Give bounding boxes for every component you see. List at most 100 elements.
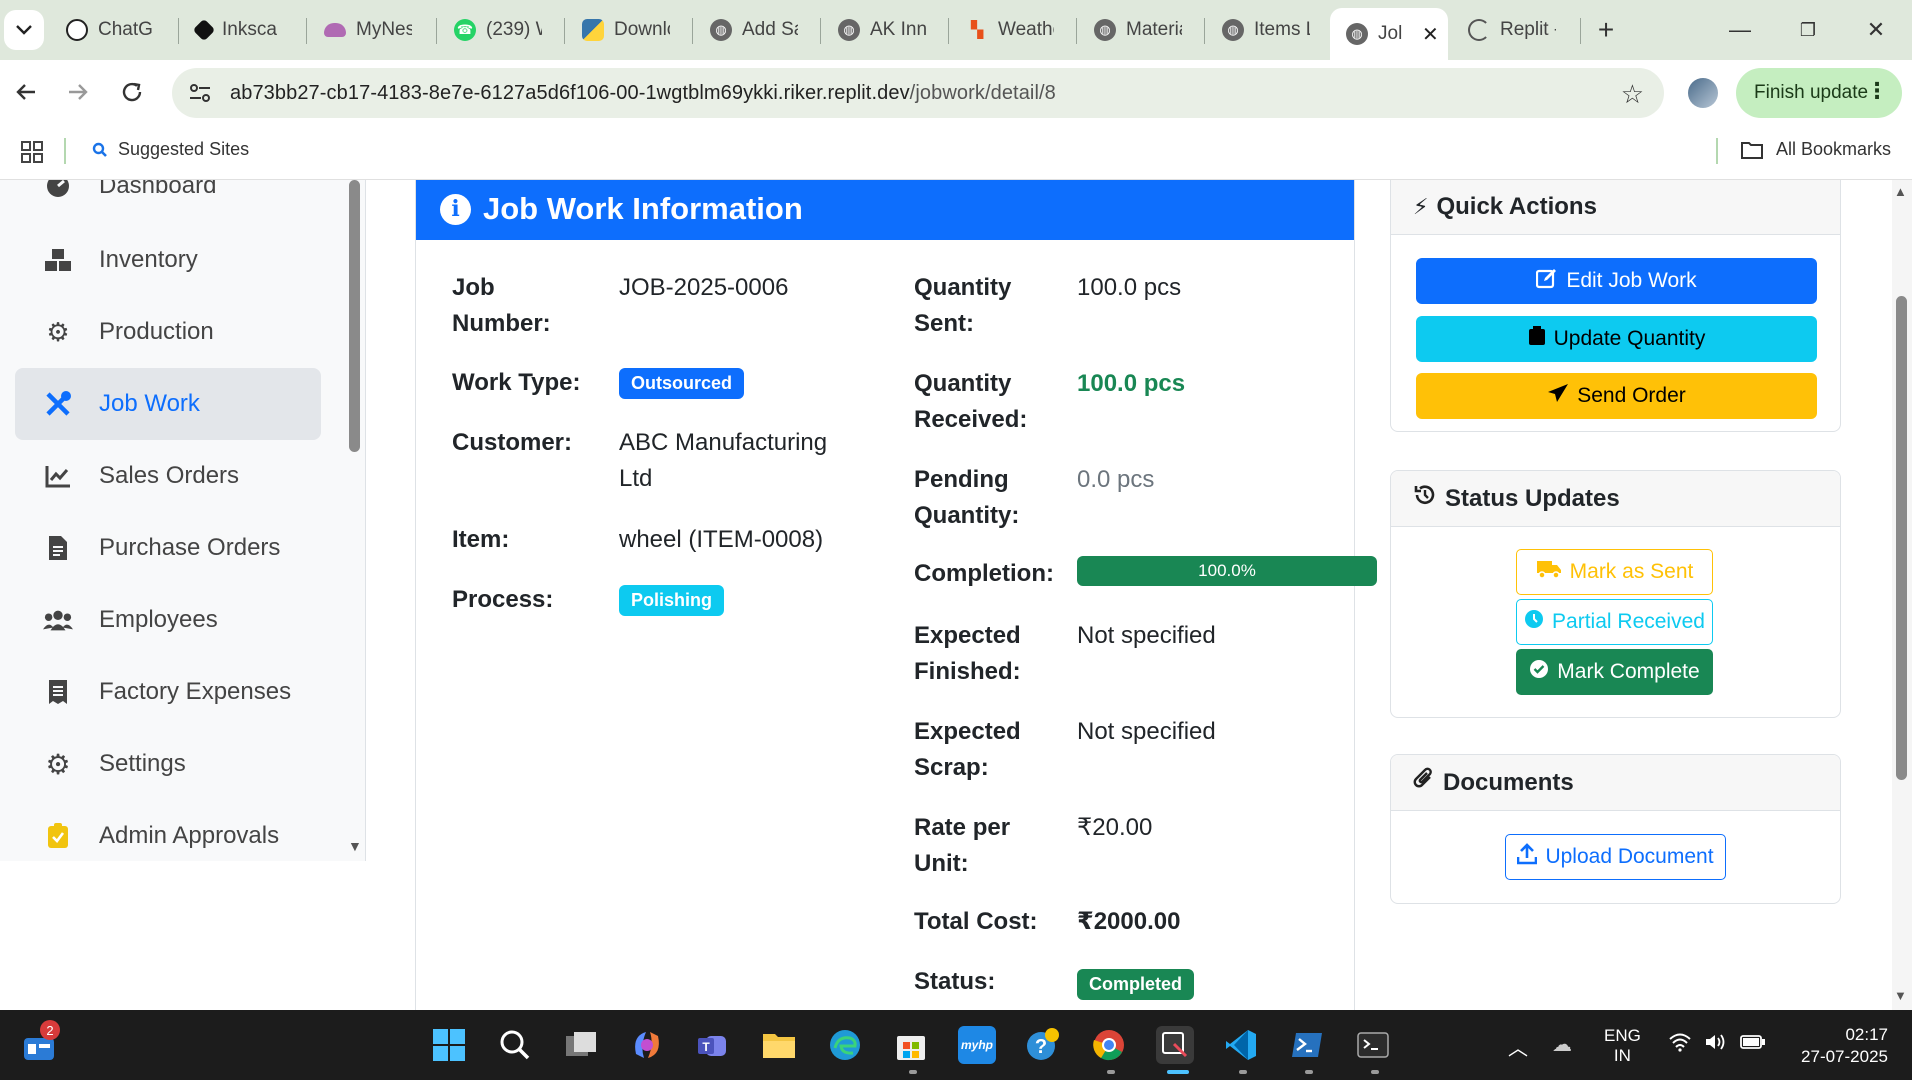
tab-search-button[interactable] — [4, 10, 44, 50]
mark-as-sent-button[interactable]: Mark as Sent — [1516, 549, 1713, 595]
python-icon — [582, 19, 604, 41]
search-taskbar-icon[interactable] — [496, 1026, 534, 1064]
arrow-left-icon — [16, 84, 35, 100]
finish-update-button[interactable]: Finish update ⋮ — [1736, 68, 1902, 118]
info-circle-icon: i — [440, 193, 471, 225]
reload-icon — [122, 82, 142, 102]
tray-chevron-up-icon[interactable]: ︿ — [1508, 1032, 1528, 1061]
tab-inkscape[interactable]: Inkscap — [180, 10, 304, 50]
sidebar-item-admin-approvals[interactable]: Admin Approvals — [15, 800, 321, 861]
tab-python[interactable]: Downlc — [566, 10, 690, 50]
job-number-value: JOB-2025-0006 — [619, 274, 789, 301]
qty-received-value: 100.0 pcs — [1077, 370, 1186, 397]
suggested-sites-bookmark[interactable]: Suggested Sites — [92, 139, 249, 160]
file-explorer-icon[interactable] — [760, 1026, 798, 1064]
upload-document-button[interactable]: Upload Document — [1505, 834, 1726, 880]
powershell-icon[interactable] — [1288, 1026, 1326, 1064]
tab-materia[interactable]: ◍ Materia — [1078, 10, 1202, 50]
snipping-tool-icon[interactable] — [1156, 1026, 1194, 1064]
tab-items[interactable]: ◍ Items L — [1206, 10, 1330, 50]
tab-weather[interactable]: ▚ Weathe — [950, 10, 1074, 50]
widgets-icon[interactable]: 2 — [20, 1020, 60, 1064]
start-button[interactable] — [430, 1026, 468, 1064]
globe-icon: ◍ — [710, 19, 732, 41]
total-cost-label: Total Cost: — [914, 908, 1038, 935]
svg-text:?: ? — [1035, 1036, 1047, 1058]
status-updates-header: Status Updates — [1391, 471, 1840, 527]
onedrive-icon[interactable]: ☁ — [1552, 1032, 1572, 1057]
tab-job-work-active[interactable]: ◍ Jol ✕ — [1330, 8, 1448, 60]
edit-icon — [1536, 267, 1558, 295]
job-number-label: Job Number: — [452, 274, 551, 337]
tab-add-sa[interactable]: ◍ Add Sa — [694, 10, 818, 50]
check-circle-icon — [1529, 659, 1549, 685]
scroll-up-icon[interactable]: ▲ — [1894, 184, 1907, 199]
volume-icon[interactable] — [1704, 1032, 1728, 1057]
chrome-icon[interactable] — [1090, 1026, 1128, 1064]
sidebar-scrollbar-thumb[interactable] — [349, 180, 360, 452]
minimize-button[interactable]: — — [1720, 12, 1760, 48]
customer-value: ABC Manufacturing Ltd — [619, 429, 828, 492]
tab-mynes[interactable]: MyNes — [308, 10, 434, 50]
close-window-button[interactable]: ✕ — [1856, 12, 1896, 48]
sidebar-item-production[interactable]: ⚙ Production — [15, 296, 321, 368]
sidebar-item-dashboard[interactable]: Dashboard — [15, 180, 321, 222]
tab-whatsapp[interactable]: ☎ (239) W — [438, 10, 562, 50]
documents-card: Documents Upload Document — [1390, 754, 1841, 904]
pending-qty-label: Pending Quantity: — [914, 466, 1020, 529]
sidebar-item-sales-orders[interactable]: Sales Orders — [15, 440, 321, 512]
profile-avatar[interactable] — [1688, 78, 1718, 108]
update-quantity-button[interactable]: Update Quantity — [1416, 316, 1817, 362]
restore-button[interactable]: ❐ — [1788, 12, 1828, 48]
partial-received-button[interactable]: Partial Received — [1516, 599, 1713, 645]
completion-progress-fill: 100.0% — [1077, 556, 1377, 586]
users-icon — [43, 605, 73, 635]
task-view-icon[interactable] — [562, 1026, 600, 1064]
terminal-icon[interactable] — [1354, 1026, 1392, 1064]
loading-icon — [1468, 19, 1490, 41]
sidebar-scroll-down-icon[interactable]: ▼ — [348, 838, 362, 854]
sidebar-item-employees[interactable]: Employees — [15, 584, 321, 656]
battery-icon[interactable] — [1740, 1033, 1766, 1056]
sidebar-item-settings[interactable]: ⚙ Settings — [15, 728, 321, 800]
quick-actions-card: ⚡ Quick Actions Edit Job Work Update Qua… — [1390, 180, 1841, 432]
tab-chatgpt[interactable]: ChatGP — [50, 10, 178, 50]
store-icon[interactable] — [892, 1026, 930, 1064]
vscode-icon[interactable] — [1222, 1026, 1260, 1064]
back-button[interactable] — [8, 74, 44, 110]
sidebar-item-inventory[interactable]: Inventory — [15, 224, 321, 296]
scroll-down-icon[interactable]: ▼ — [1894, 988, 1907, 1003]
tab-replit[interactable]: Replit - — [1452, 10, 1576, 50]
teams-icon[interactable]: T — [694, 1026, 732, 1064]
sidebar-item-job-work[interactable]: Job Work — [15, 368, 321, 440]
tab-ak-innc[interactable]: ◍ AK Innc — [822, 10, 946, 50]
bookmark-star-icon[interactable]: ☆ — [1621, 79, 1644, 110]
forward-button[interactable] — [60, 74, 96, 110]
reload-button[interactable] — [114, 74, 150, 110]
help-icon[interactable]: ? — [1024, 1026, 1062, 1064]
myhp-icon[interactable]: myhp — [958, 1026, 996, 1064]
tab-strip: ChatGP Inkscap MyNes ☎ (239) W Downlc ◍ … — [0, 0, 1912, 60]
wifi-icon[interactable] — [1668, 1032, 1692, 1057]
site-info-icon[interactable] — [182, 83, 218, 103]
new-tab-button[interactable]: + — [1586, 12, 1626, 48]
mark-complete-button[interactable]: Mark Complete — [1516, 649, 1713, 695]
language-indicator[interactable]: ENG IN — [1604, 1026, 1641, 1066]
edge-icon[interactable] — [826, 1026, 864, 1064]
sidebar-item-purchase-orders[interactable]: Purchase Orders — [15, 512, 321, 584]
work-type-label: Work Type: — [452, 369, 581, 396]
all-bookmarks-button[interactable]: All Bookmarks — [1740, 139, 1891, 160]
apps-grid-icon[interactable] — [20, 140, 44, 169]
edit-job-work-button[interactable]: Edit Job Work — [1416, 258, 1817, 304]
system-clock[interactable]: 02:17 27-07-2025 — [1788, 1024, 1888, 1068]
main-scrollbar-thumb[interactable] — [1896, 296, 1907, 780]
address-bar[interactable]: ab73bb27-cb17-4183-8e7e-6127a5d6f106-00-… — [172, 68, 1664, 118]
bookmarks-bar: Suggested Sites All Bookmarks — [0, 124, 1912, 180]
sidebar-item-factory-expenses[interactable]: Factory Expenses — [15, 656, 321, 728]
send-order-button[interactable]: Send Order — [1416, 373, 1817, 419]
more-vert-icon[interactable]: ⋮ — [1866, 80, 1888, 102]
globe-icon: ◍ — [1222, 19, 1244, 41]
work-type-badge: Outsourced — [619, 368, 745, 399]
close-tab-icon[interactable]: ✕ — [1422, 22, 1439, 47]
copilot-icon[interactable] — [628, 1026, 666, 1064]
